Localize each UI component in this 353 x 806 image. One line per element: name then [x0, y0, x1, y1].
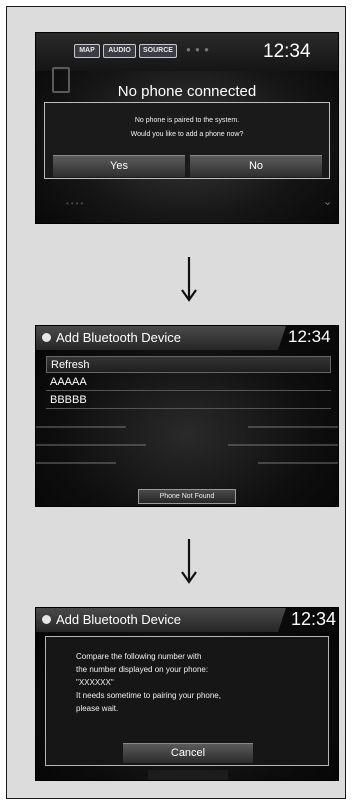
decor-streak — [258, 462, 338, 464]
yes-button[interactable]: Yes — [53, 155, 185, 177]
clock: 12:34 — [288, 327, 331, 346]
screen-add-bluetooth-device-list: Add Bluetooth Device 12:34 Refresh AAAAA… — [35, 325, 339, 507]
no-button[interactable]: No — [190, 155, 322, 177]
bluetooth-menu-icon — [42, 615, 51, 624]
dialog-message-line-2: Would you like to add a phone now? — [130, 131, 244, 138]
bottom-bar-indicator: •••• — [66, 199, 86, 208]
dialog-message-line-3: "XXXXXX" — [76, 678, 114, 687]
header-title: Add Bluetooth Device — [56, 612, 182, 627]
decor-streak — [36, 444, 146, 446]
screen-add-bluetooth-device-pairing: Add Bluetooth Device 12:34 Compare the f… — [35, 607, 339, 781]
decor-streak — [36, 426, 126, 428]
figure-frame: MAP AUDIO SOURCE ● ● ● 12:34 No phone co… — [6, 6, 346, 799]
tab-source[interactable]: SOURCE — [139, 44, 177, 58]
dialog-message-line-5: please wait. — [76, 704, 119, 713]
background-button-ghost — [148, 770, 228, 780]
dialog-message-line-1: Compare the following number with — [76, 652, 202, 661]
dialog-message-line-4: It needs sometime to pairing your phone, — [76, 691, 221, 700]
list-item-device-b[interactable]: BBBBB — [46, 392, 331, 409]
screen-no-phone-connected: MAP AUDIO SOURCE ● ● ● 12:34 No phone co… — [35, 32, 339, 224]
decor-streak — [36, 462, 116, 464]
bluetooth-menu-icon — [42, 333, 51, 342]
tab-map[interactable]: MAP — [74, 44, 100, 58]
header-title: Add Bluetooth Device — [56, 330, 182, 345]
add-phone-dialog: No phone is paired to the system. Would … — [44, 102, 330, 179]
clock: 12:34 — [263, 41, 311, 62]
screen-title: No phone connected — [117, 83, 257, 100]
dialog-message-line-2: the number displayed on your phone: — [76, 665, 209, 674]
arrow-down-icon — [181, 539, 197, 584]
decor-streak — [248, 426, 338, 428]
clock: 12:34 — [291, 609, 337, 629]
chevron-down-icon[interactable]: ⌄ — [323, 195, 332, 208]
page-dots: ● ● ● — [186, 45, 210, 54]
decor-streak — [228, 444, 338, 446]
pairing-dialog: Compare the following number with the nu… — [45, 636, 329, 766]
cancel-button[interactable]: Cancel — [123, 743, 253, 763]
dialog-message-line-1: No phone is paired to the system. — [134, 117, 240, 124]
list-item-refresh[interactable]: Refresh — [46, 356, 331, 373]
arrow-down-icon — [181, 257, 197, 302]
tab-audio[interactable]: AUDIO — [103, 44, 136, 58]
phone-not-found-button[interactable]: Phone Not Found — [138, 489, 236, 504]
list-item-device-a[interactable]: AAAAA — [46, 374, 331, 391]
